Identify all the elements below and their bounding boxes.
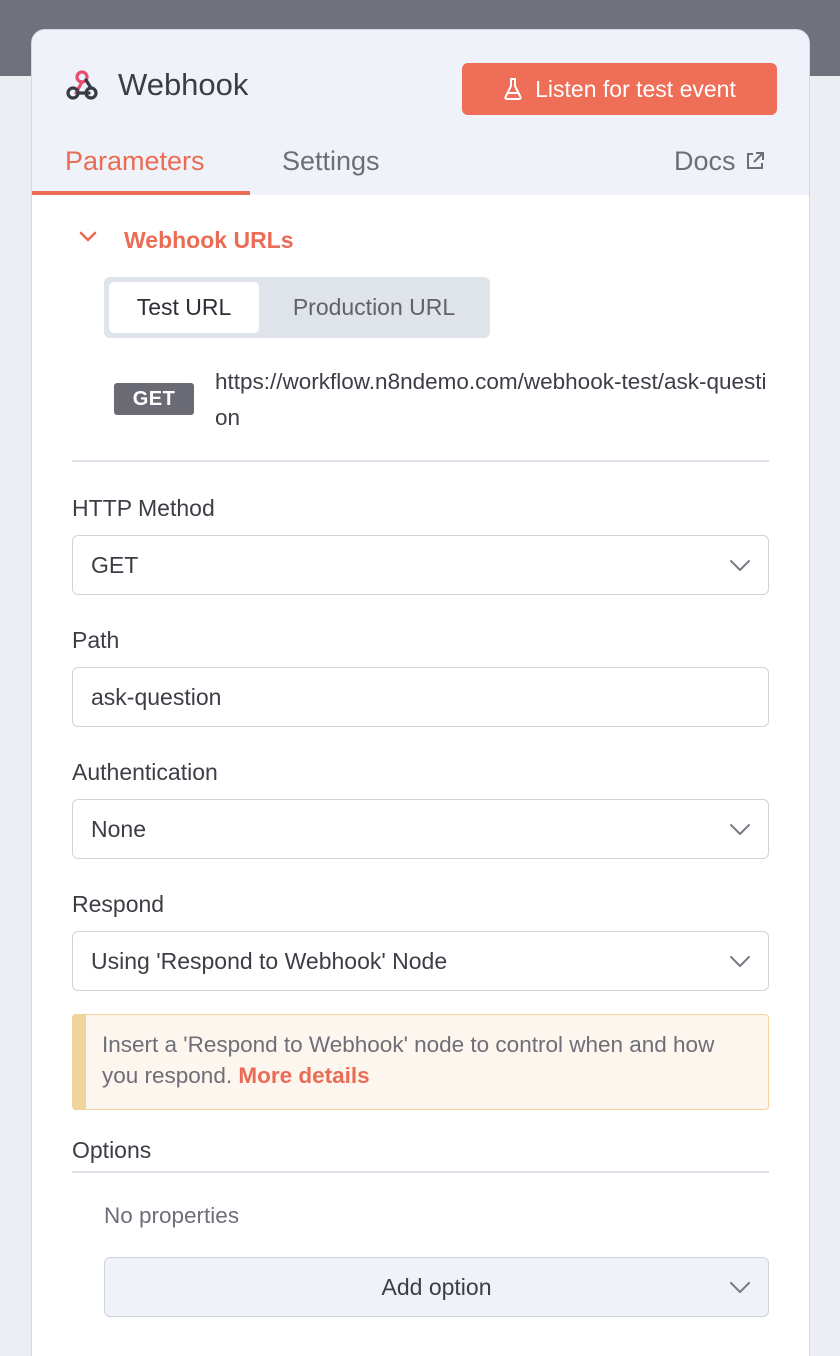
docs-label: Docs — [674, 146, 736, 176]
path-label: Path — [72, 627, 120, 653]
respond-value: Using 'Respond to Webhook' Node — [91, 948, 448, 974]
flask-icon — [504, 78, 522, 100]
authentication-select[interactable]: None — [72, 799, 769, 859]
active-tab-indicator — [32, 191, 250, 195]
listen-button-label: Listen for test event — [535, 75, 736, 102]
http-method-value: GET — [91, 552, 139, 578]
http-method-select[interactable]: GET — [72, 535, 769, 595]
authentication-value: None — [91, 816, 146, 842]
chevron-down-icon — [730, 956, 750, 967]
webhook-urls-toggle[interactable]: Webhook URLs — [78, 223, 294, 253]
canvas-left — [0, 76, 32, 1356]
webhook-url[interactable]: https://workflow.n8ndemo.com/webhook-tes… — [215, 364, 775, 436]
test-url-option[interactable]: Test URL — [109, 282, 259, 333]
authentication-label: Authentication — [72, 759, 218, 785]
listen-for-test-event-button[interactable]: Listen for test event — [462, 63, 777, 115]
node-details-panel: Webhook Listen for test event Parameters… — [31, 29, 810, 1356]
chevron-down-icon — [79, 231, 97, 241]
webhook-urls-title: Webhook URLs — [124, 227, 294, 253]
chevron-down-icon — [730, 560, 750, 571]
webhook-icon — [66, 70, 98, 100]
http-method-label: HTTP Method — [72, 495, 215, 521]
http-method-badge: GET — [114, 383, 194, 415]
section-divider — [72, 460, 769, 462]
canvas-right — [808, 76, 840, 1356]
respond-label: Respond — [72, 891, 165, 917]
panel-header: Webhook Listen for test event Parameters… — [32, 30, 809, 195]
production-url-option[interactable]: Production URL — [264, 282, 484, 333]
no-properties-text: No properties — [104, 1203, 240, 1228]
chevron-down-icon — [730, 1282, 750, 1293]
node-title: Webhook — [118, 67, 249, 102]
external-link-icon — [746, 152, 764, 169]
more-details-link[interactable]: More details — [238, 1063, 369, 1088]
respond-notice: Insert a 'Respond to Webhook' node to co… — [72, 1014, 769, 1110]
respond-select[interactable]: Using 'Respond to Webhook' Node — [72, 931, 769, 991]
chevron-down-icon — [730, 824, 750, 835]
path-input[interactable]: ask-question — [72, 667, 769, 727]
tab-settings[interactable]: Settings — [282, 144, 380, 178]
url-type-switch: Test URL Production URL — [104, 277, 490, 338]
tab-docs[interactable]: Docs — [674, 144, 766, 178]
tab-parameters[interactable]: Parameters — [65, 144, 205, 178]
add-option-button[interactable]: Add option — [104, 1257, 769, 1317]
options-label: Options — [72, 1137, 152, 1163]
notice-text: Insert a 'Respond to Webhook' node to co… — [102, 1032, 715, 1088]
path-value: ask-question — [91, 684, 222, 710]
add-option-label: Add option — [381, 1274, 492, 1300]
options-divider — [72, 1171, 769, 1173]
